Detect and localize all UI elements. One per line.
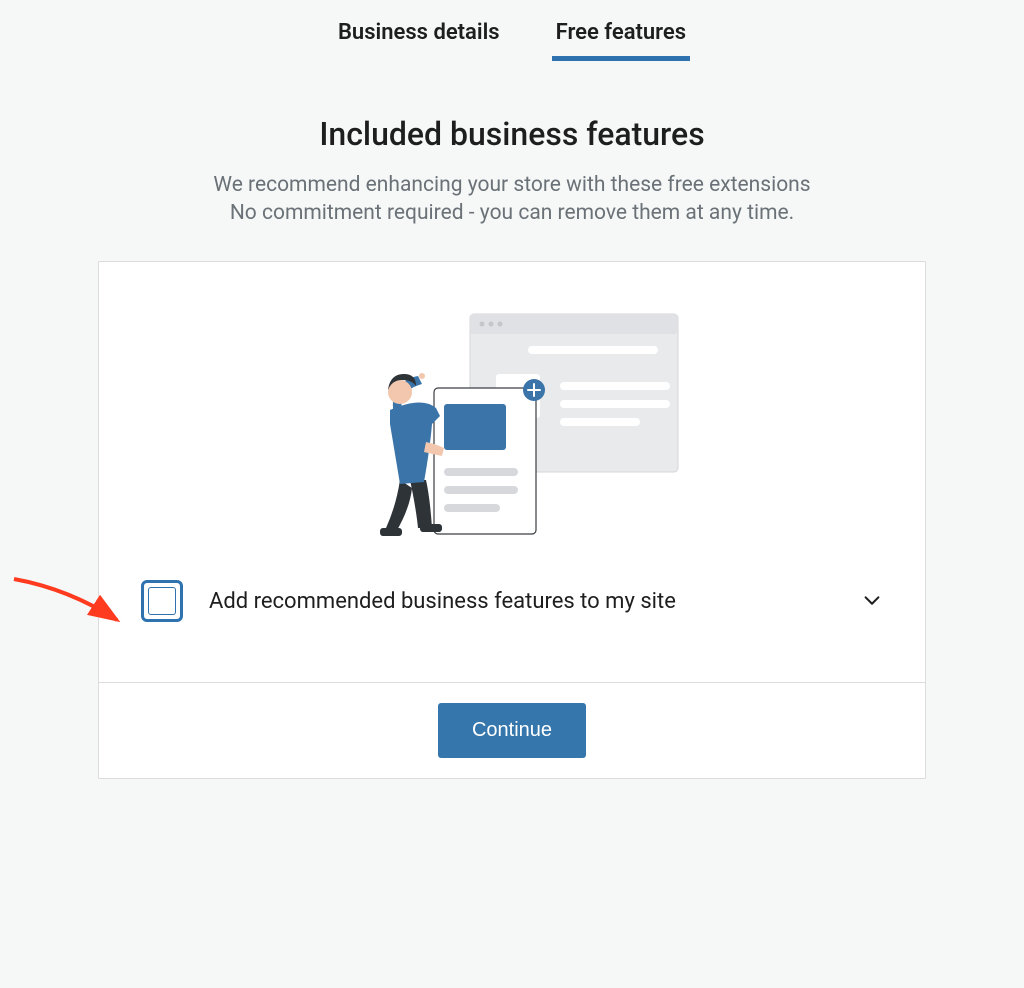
tab-business-details[interactable]: Business details bbox=[338, 16, 500, 59]
card-body: Add recommended business features to my … bbox=[99, 262, 925, 682]
continue-button[interactable]: Continue bbox=[438, 703, 586, 758]
page-title: Included business features bbox=[0, 115, 1024, 153]
chevron-down-icon[interactable] bbox=[861, 590, 883, 612]
option-label: Add recommended business features to my … bbox=[209, 589, 835, 614]
heading-section: Included business features We recommend … bbox=[0, 115, 1024, 225]
card-footer: Continue bbox=[99, 682, 925, 778]
illustration-icon bbox=[342, 310, 682, 540]
page-subtitle-2: No commitment required - you can remove … bbox=[0, 201, 1024, 225]
page-subtitle-1: We recommend enhancing your store with t… bbox=[0, 173, 1024, 197]
page-root: { "tabs": { "business_details": "Busines… bbox=[0, 0, 1024, 988]
tab-free-features[interactable]: Free features bbox=[556, 16, 686, 59]
option-row: Add recommended business features to my … bbox=[123, 580, 901, 622]
annotation-arrow-icon bbox=[9, 574, 129, 634]
features-card: Add recommended business features to my … bbox=[98, 261, 926, 779]
tabs: Business details Free features bbox=[0, 0, 1024, 59]
add-features-checkbox[interactable] bbox=[141, 580, 183, 622]
